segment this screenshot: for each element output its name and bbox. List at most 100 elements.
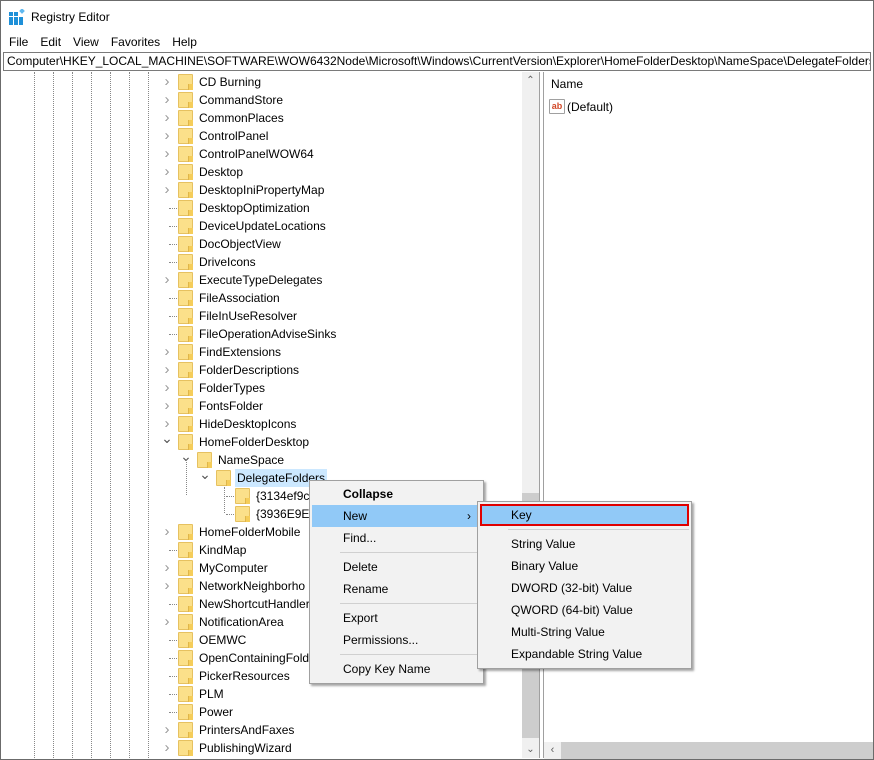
ctx-permissions[interactable]: Permissions... [312, 629, 481, 651]
chevron-right-icon[interactable]: › [161, 560, 173, 575]
chevron-right-icon[interactable]: › [161, 92, 173, 107]
folder-icon [178, 272, 193, 288]
folder-icon [178, 110, 193, 126]
address-bar[interactable]: Computer\HKEY_LOCAL_MACHINE\SOFTWARE\WOW… [3, 52, 871, 71]
chevron-down-icon[interactable]: ⌄ [199, 467, 211, 481]
tree-node[interactable]: DeviceUpdateLocations [3, 217, 522, 235]
chevron-right-icon[interactable]: › [161, 272, 173, 287]
tree-node[interactable]: › DesktopIniPropertyMap [3, 181, 522, 199]
tree-node-label: DesktopIniPropertyMap [199, 183, 325, 197]
tree-connector [226, 514, 234, 515]
tree-node-label: ControlPanelWOW64 [199, 147, 314, 161]
tree-node-label: CommandStore [199, 93, 284, 107]
menu-favorites[interactable]: Favorites [105, 32, 166, 52]
tree-node-label: PublishingWizard [199, 741, 292, 755]
tree-node[interactable]: DesktopOptimization [3, 199, 522, 217]
menu-separator [340, 552, 481, 553]
tree-node[interactable]: › CD Burning [3, 73, 522, 91]
chevron-right-icon[interactable]: › [161, 398, 173, 413]
sub-key[interactable]: Key [480, 504, 689, 526]
sub-multi-string-value[interactable]: Multi-String Value [480, 621, 689, 643]
chevron-right-icon[interactable]: › [161, 740, 173, 755]
tree-node[interactable]: › HideDesktopIcons [3, 415, 522, 433]
tree-connector [226, 496, 234, 497]
tree-connector [169, 208, 177, 209]
registry-editor-icon [9, 7, 25, 25]
tree-node[interactable]: › PublishingWizard [3, 739, 522, 757]
chevron-right-icon[interactable]: › [161, 110, 173, 125]
folder-icon [178, 416, 193, 432]
chevron-right-icon[interactable]: › [161, 128, 173, 143]
ctx-export[interactable]: Export [312, 607, 481, 629]
tree-node[interactable]: › CommonPlaces [3, 109, 522, 127]
sub-binary-value[interactable]: Binary Value [480, 555, 689, 577]
sub-dword-32-bit-value[interactable]: DWORD (32-bit) Value [480, 577, 689, 599]
tree-node-label: Power [199, 705, 234, 719]
tree-node[interactable]: FileAssociation [3, 289, 522, 307]
tree-node[interactable]: Power [3, 703, 522, 721]
tree-node-label: DesktopOptimization [199, 201, 310, 215]
tree-connector [169, 226, 177, 227]
tree-node[interactable]: › FontsFolder [3, 397, 522, 415]
ctx-rename[interactable]: Rename [312, 578, 481, 600]
tree-node[interactable]: ⌄ HomeFolderDesktop [3, 431, 522, 451]
values-horizontal-scrollbar[interactable]: ‹ [544, 742, 873, 759]
chevron-right-icon[interactable]: › [161, 344, 173, 359]
chevron-right-icon[interactable]: › [161, 380, 173, 395]
ctx-copy-key-name[interactable]: Copy Key Name [312, 658, 481, 680]
tree-node[interactable]: › ControlPanelWOW64 [3, 145, 522, 163]
folder-icon [178, 164, 193, 180]
chevron-right-icon[interactable]: › [161, 74, 173, 89]
tree-node-label: DocObjectView [199, 237, 281, 251]
chevron-right-icon[interactable]: › [161, 578, 173, 593]
tree-node-label: NotificationArea [199, 615, 284, 629]
tree-node[interactable]: › FolderTypes [3, 379, 522, 397]
chevron-right-icon[interactable]: › [161, 182, 173, 197]
menu-edit[interactable]: Edit [34, 32, 67, 52]
scroll-down-arrow-icon[interactable]: ⌄ [522, 741, 539, 758]
folder-icon [178, 236, 193, 252]
tree-node-label: OpenContainingFold [199, 651, 310, 665]
tree-node[interactable]: › CommandStore [3, 91, 522, 109]
tree-node[interactable]: › FindExtensions [3, 343, 522, 361]
chevron-right-icon[interactable]: › [161, 146, 173, 161]
column-header-name[interactable]: Name [551, 77, 583, 91]
folder-icon [178, 614, 193, 630]
chevron-down-icon[interactable]: ⌄ [161, 431, 173, 445]
tree-node[interactable]: › FolderDescriptions [3, 361, 522, 379]
menu-item-label: Delete [343, 560, 378, 574]
tree-node[interactable]: › ControlPanel [3, 127, 522, 145]
tree-node[interactable]: › PrintersAndFaxes [3, 721, 522, 739]
ctx-delete[interactable]: Delete [312, 556, 481, 578]
chevron-right-icon[interactable]: › [161, 164, 173, 179]
tree-node[interactable]: › Desktop [3, 163, 522, 181]
tree-node[interactable]: › ExecuteTypeDelegates [3, 271, 522, 289]
scroll-left-arrow-icon[interactable]: ‹ [544, 742, 561, 759]
chevron-right-icon[interactable]: › [161, 722, 173, 737]
scroll-up-arrow-icon[interactable]: ⌃ [522, 72, 539, 89]
menu-view[interactable]: View [67, 32, 105, 52]
menu-item-label: Multi-String Value [511, 625, 605, 639]
menu-item-label: String Value [511, 537, 576, 551]
chevron-right-icon[interactable]: › [161, 524, 173, 539]
tree-node[interactable]: PLM [3, 685, 522, 703]
sub-qword-64-bit-value[interactable]: QWORD (64-bit) Value [480, 599, 689, 621]
chevron-right-icon[interactable]: › [161, 362, 173, 377]
chevron-right-icon[interactable]: › [161, 416, 173, 431]
tree-node[interactable]: ⌄ NameSpace [3, 449, 522, 469]
sub-string-value[interactable]: String Value [480, 533, 689, 555]
chevron-right-icon[interactable]: › [161, 614, 173, 629]
folder-icon [178, 542, 193, 558]
ctx-find[interactable]: Find... [312, 527, 481, 549]
tree-node[interactable]: FileOperationAdviseSinks [3, 325, 522, 343]
ctx-new[interactable]: New › [312, 505, 481, 527]
menu-separator [340, 603, 481, 604]
menu-file[interactable]: File [3, 32, 34, 52]
value-row-default[interactable]: ab (Default) [549, 98, 613, 115]
tree-node[interactable]: FileInUseResolver [3, 307, 522, 325]
menu-help[interactable]: Help [166, 32, 203, 52]
sub-expandable-string-value[interactable]: Expandable String Value [480, 643, 689, 665]
tree-node[interactable]: DocObjectView [3, 235, 522, 253]
tree-node[interactable]: DriveIcons [3, 253, 522, 271]
ctx-collapse[interactable]: Collapse [312, 483, 481, 505]
